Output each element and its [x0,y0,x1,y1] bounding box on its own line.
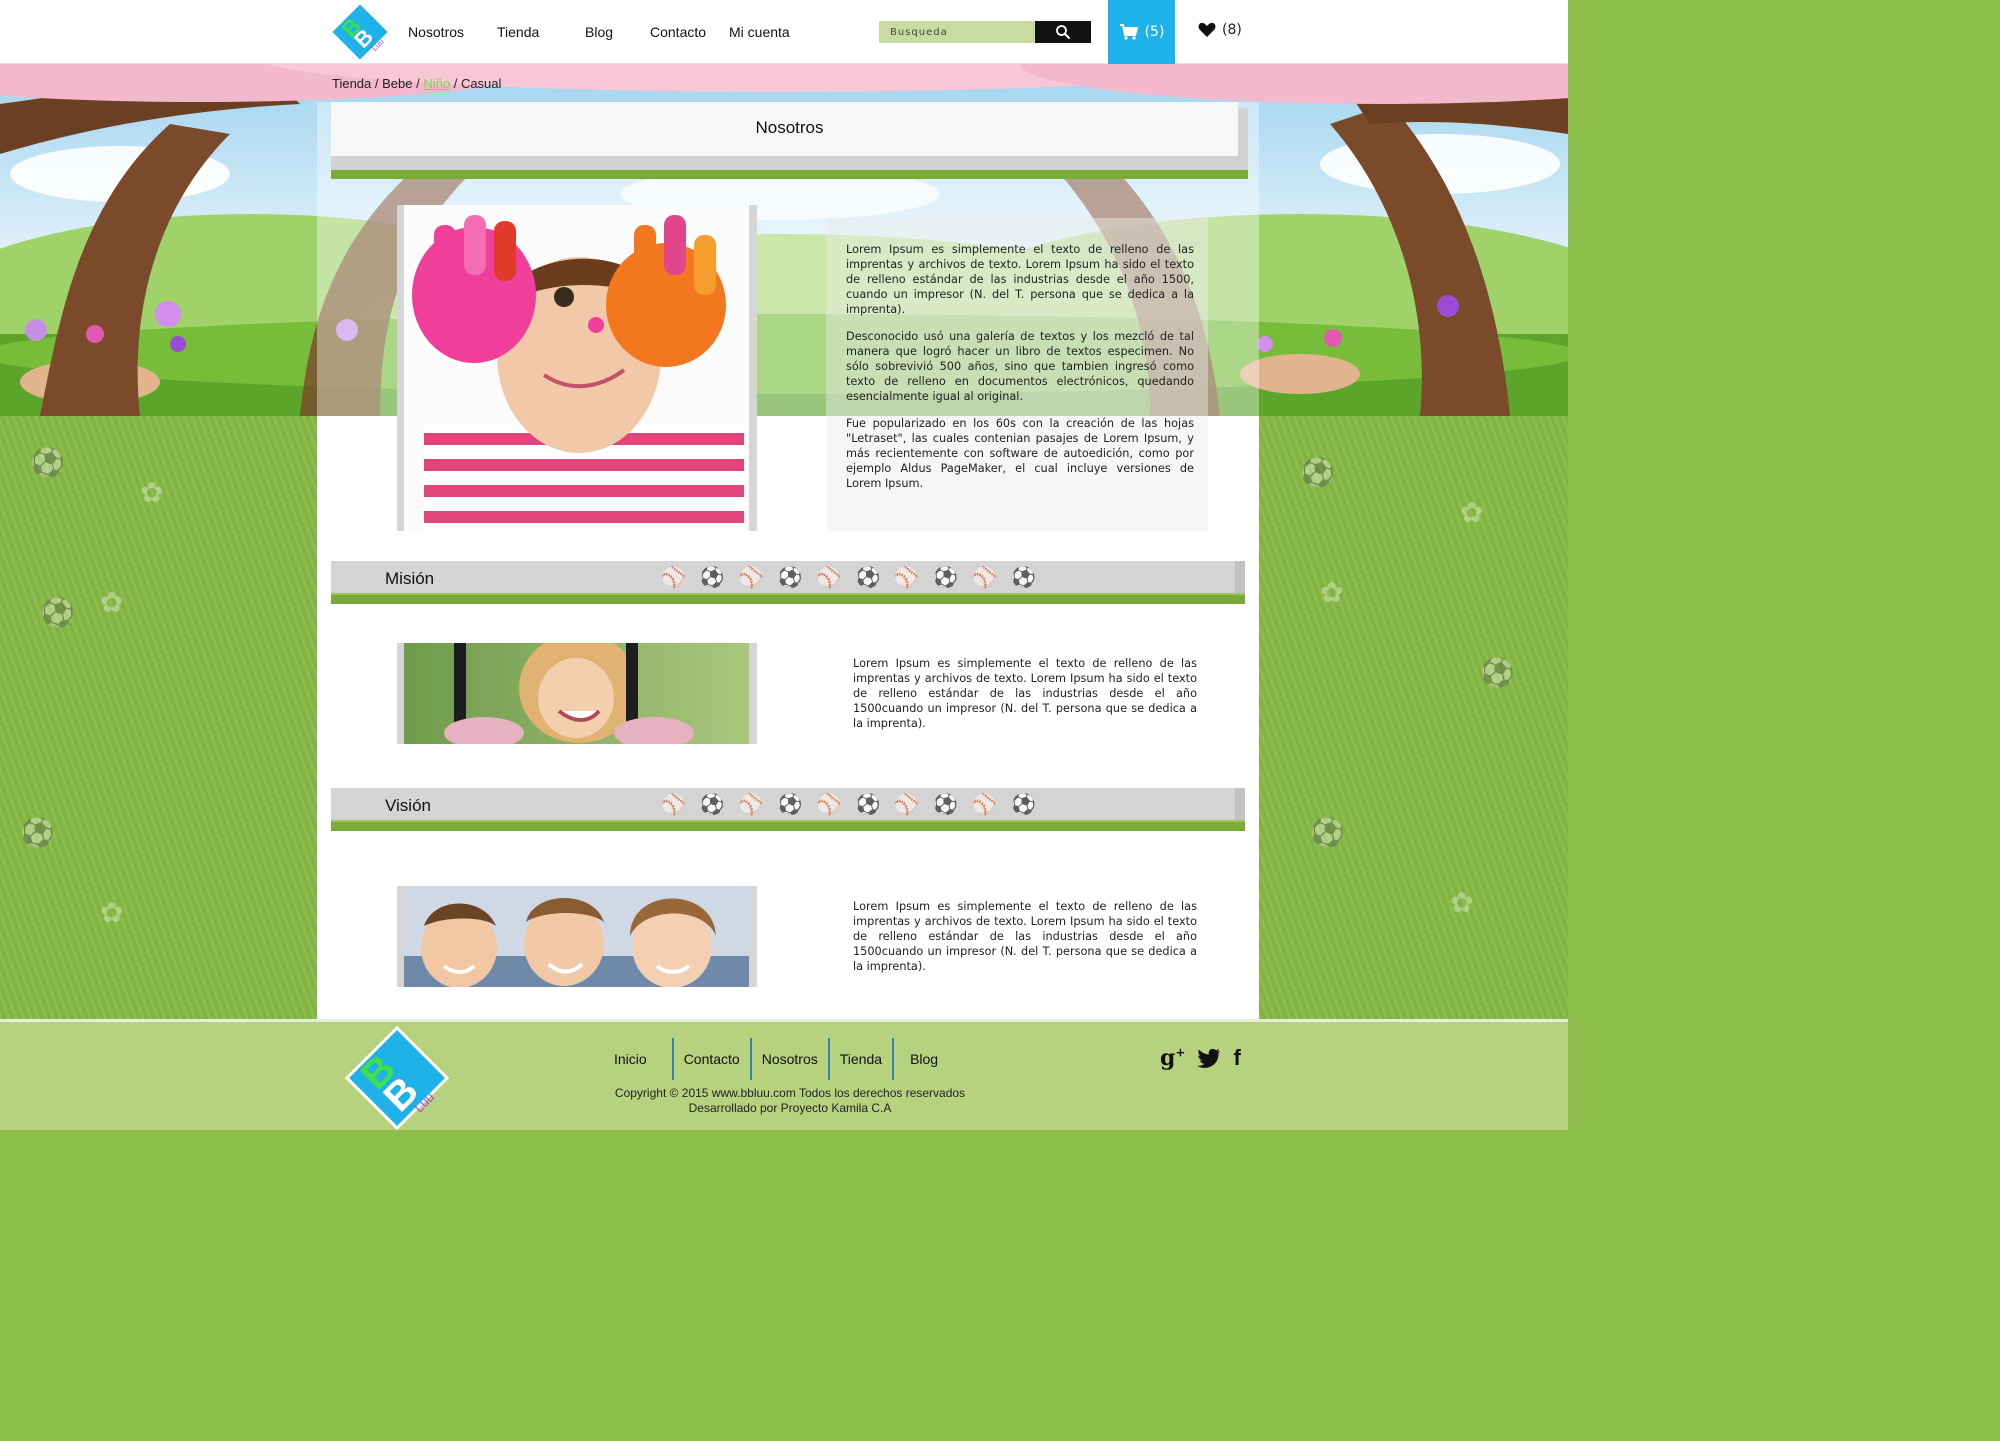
mision-section-header: ⚾⚽⚾⚽⚾⚽⚾⚽⚾⚽ Misión [331,561,1245,604]
heart-icon [1198,22,1216,37]
footer: B B Luu Inicio Contacto Nosotros Tienda … [0,1019,1568,1130]
google-plus-icon[interactable]: g+ [1160,1045,1185,1071]
child-on-swing-photo [404,643,749,744]
cart-button[interactable]: (5) [1108,0,1175,64]
breadcrumb-bebe[interactable]: Bebe [382,76,412,91]
footer-nav: Inicio Contacto Nosotros Tienda Blog [604,1038,948,1080]
about-text: Lorem Ipsum es simplemente el texto de r… [846,242,1194,503]
breadcrumb: Tienda / Bebe / Niño / Casual [332,76,502,91]
footer-nav-inicio[interactable]: Inicio [604,1038,672,1080]
search-bar [879,21,1091,43]
wishlist-button[interactable]: (8) [1198,22,1242,38]
twitter-icon[interactable] [1197,1048,1221,1068]
nav-contacto[interactable]: Contacto [650,24,706,40]
vision-title: Visión [385,796,431,815]
nav-mi-cuenta[interactable]: Mi cuenta [729,24,790,40]
developer-credit: Desarrollado por Proyecto Kamila C.A [688,1101,892,1115]
social-links: g+ f [1160,1045,1241,1071]
child-painted-hands-photo [404,205,749,531]
facebook-icon[interactable]: f [1233,1045,1240,1071]
search-icon [1056,25,1071,40]
nav-nosotros[interactable]: Nosotros [408,24,464,40]
vision-photo-frame [397,886,757,987]
wishlist-count: (8) [1222,22,1242,38]
page-title-bar: Nosotros [331,102,1248,179]
top-navigation-bar: B B Luu Nosotros Tienda Blog Contacto Mi… [0,0,1568,64]
search-input[interactable] [879,21,1036,43]
search-button[interactable] [1035,21,1091,43]
about-photo-frame [397,205,757,531]
vision-section-header: ⚾⚽⚾⚽⚾⚽⚾⚽⚾⚽ Visión [331,788,1245,831]
footer-nav-contacto[interactable]: Contacto [674,1038,750,1080]
mision-text: Lorem Ipsum es simplemente el texto de r… [853,657,1197,730]
footer-copyright: Copyright © 2015 www.bbluu.com Todos los… [540,1086,1040,1116]
breadcrumb-tienda[interactable]: Tienda [332,76,371,91]
copyright-text: Copyright © 2015 www.bbluu.com Todos los… [614,1086,966,1100]
bbluu-logo[interactable]: B B Luu [330,2,390,62]
breadcrumb-casual: Casual [460,76,502,91]
nav-blog[interactable]: Blog [585,24,613,40]
about-paragraph-1: Lorem Ipsum es simplemente el texto de r… [846,243,1194,316]
about-paragraph-3: Fue popularizado en los 60s con la creac… [846,417,1194,490]
vision-text: Lorem Ipsum es simplemente el texto de r… [853,900,1197,973]
nav-tienda[interactable]: Tienda [497,24,539,40]
bbluu-footer-logo[interactable]: B B Luu [345,1026,449,1130]
footer-nav-nosotros[interactable]: Nosotros [752,1038,828,1080]
breadcrumb-nino[interactable]: Niño [423,76,450,91]
three-kids-smiling-photo [404,886,749,987]
mision-photo-frame [397,643,757,744]
about-paragraph-2: Desconocido usó una galería de textos y … [846,330,1194,403]
cart-count: (5) [1144,24,1165,40]
shopping-cart-icon [1119,24,1138,40]
footer-nav-blog[interactable]: Blog [894,1038,948,1080]
page-title: Nosotros [755,118,824,137]
mision-title: Misión [385,569,435,588]
footer-nav-tienda[interactable]: Tienda [830,1038,892,1080]
